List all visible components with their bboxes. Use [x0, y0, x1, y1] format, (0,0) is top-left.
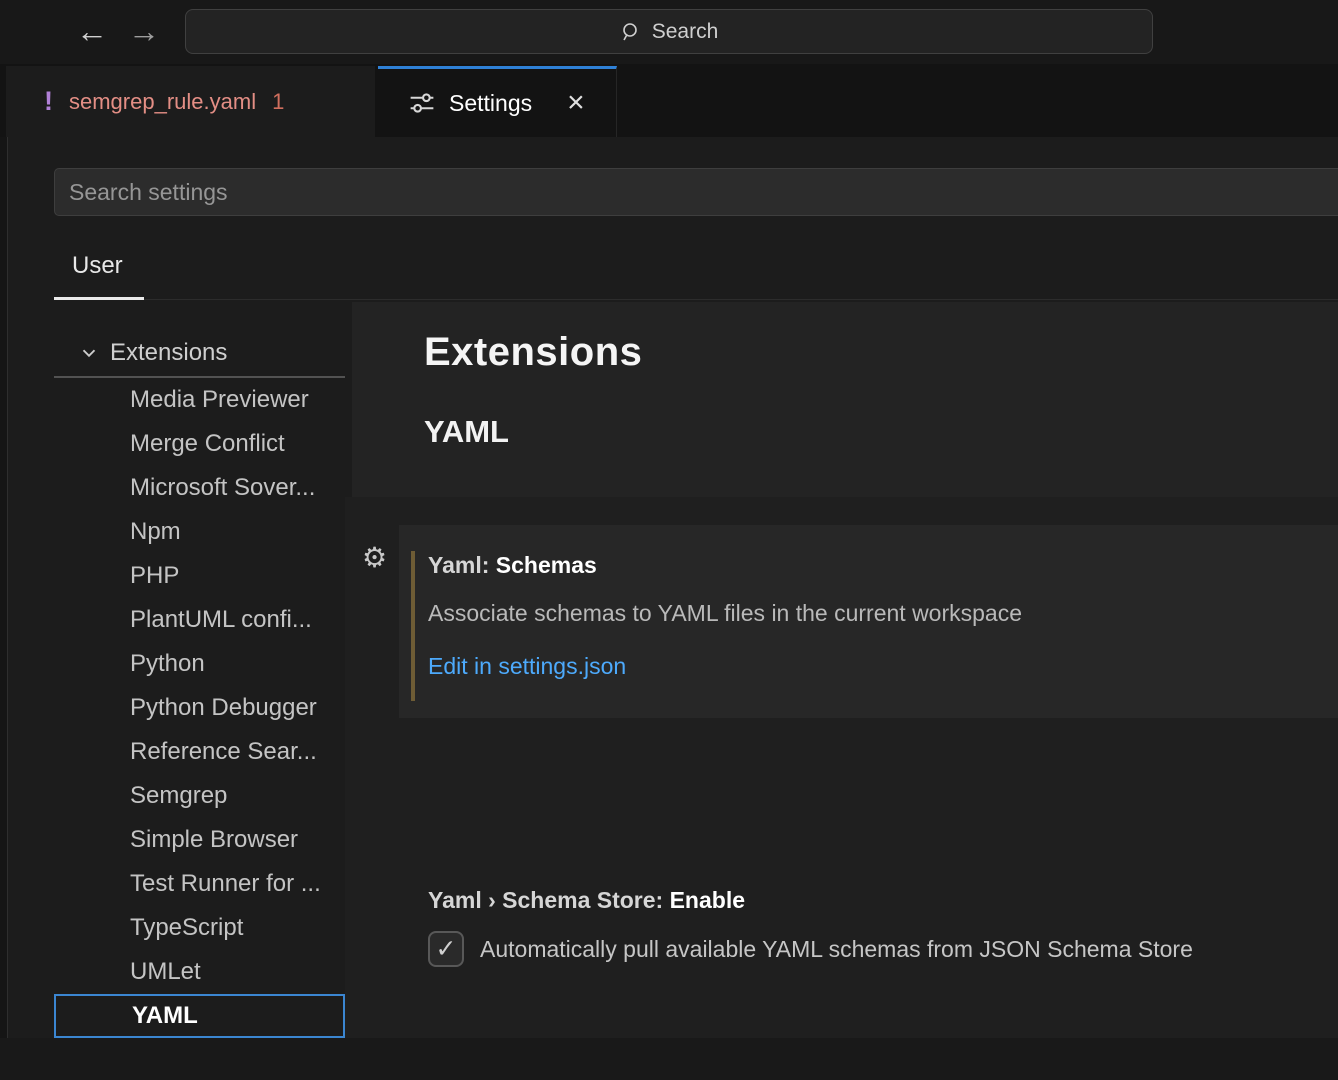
tab-file-label: semgrep_rule.yaml [69, 89, 256, 115]
setting-title: Yaml › Schema Store: Enable [428, 887, 745, 914]
chevron-down-icon [78, 342, 100, 364]
editor-tab-strip: ! semgrep_rule.yaml 1 Settings × [0, 64, 1338, 137]
setting-category: Yaml: [428, 552, 496, 578]
bottom-strip [0, 1038, 1338, 1080]
setting-name: Enable [670, 887, 745, 913]
sidebar-item-php[interactable]: PHP [54, 554, 345, 598]
sidebar-item-media-previewer[interactable]: Media Previewer [54, 378, 345, 422]
modified-file-icon: ! [44, 86, 53, 117]
sidebar-item-reference-search[interactable]: Reference Sear... [54, 730, 345, 774]
check-icon: ✓ [436, 934, 457, 964]
settings-header: Extensions YAML [352, 302, 1338, 497]
sidebar-item-python[interactable]: Python [54, 642, 345, 686]
scope-active-underline [54, 297, 144, 300]
sidebar-item-yaml[interactable]: YAML [54, 994, 345, 1038]
tab-settings-label: Settings [449, 90, 532, 117]
settings-list: ⚙ Yaml: Schemas Associate schemas to YAM… [345, 497, 1338, 1038]
setting-category: Yaml › Schema Store: [428, 887, 670, 913]
sidebar-item-test-runner[interactable]: Test Runner for ... [54, 862, 345, 906]
checkbox-label[interactable]: Automatically pull available YAML schema… [480, 936, 1193, 963]
tab-settings[interactable]: Settings × [378, 66, 617, 137]
forward-arrow-icon[interactable]: → [128, 12, 160, 50]
gear-icon[interactable]: ⚙ [362, 544, 387, 572]
settings-toc-tree: Extensions Media Previewer Merge Conflic… [54, 330, 345, 1038]
tab-file-badge: 1 [272, 89, 284, 115]
sidebar-item-semgrep[interactable]: Semgrep [54, 774, 345, 818]
close-icon[interactable]: × [567, 88, 585, 118]
tab-semgrep-rule-yaml[interactable]: ! semgrep_rule.yaml 1 [6, 66, 375, 137]
sidebar-item-typescript[interactable]: TypeScript [54, 906, 345, 950]
back-arrow-icon[interactable]: ← [76, 12, 108, 50]
sidebar-item-simple-browser[interactable]: Simple Browser [54, 818, 345, 862]
window-left-rail [0, 137, 8, 1038]
toc-root-label: Extensions [110, 339, 227, 367]
settings-sliders-icon [408, 89, 436, 117]
vscode-window: ← → Search ! semgrep_rule.yaml 1 [0, 0, 1338, 1080]
sidebar-item-python-debugger[interactable]: Python Debugger [54, 686, 345, 730]
setting-title: Yaml: Schemas [428, 552, 597, 579]
page-subtitle: YAML [424, 414, 509, 450]
edit-in-settings-json-link[interactable]: Edit in settings.json [428, 653, 626, 680]
sidebar-item-merge-conflict[interactable]: Merge Conflict [54, 422, 345, 466]
page-title: Extensions [424, 330, 642, 375]
sidebar-item-microsoft-sover[interactable]: Microsoft Sover... [54, 466, 345, 510]
toc-extensions-root[interactable]: Extensions [54, 330, 345, 376]
setting-name: Schemas [496, 552, 597, 578]
setting-row-yaml-schemas[interactable]: Yaml: Schemas Associate schemas to YAML … [399, 525, 1338, 718]
search-icon [620, 21, 642, 43]
modified-indicator-bar [411, 551, 415, 701]
setting-description: Associate schemas to YAML files in the c… [428, 600, 1022, 627]
search-label: Search [652, 20, 719, 44]
sidebar-item-umlet[interactable]: UMLet [54, 950, 345, 994]
schema-store-enable-checkbox[interactable]: ✓ [428, 931, 464, 967]
title-bar: ← → Search [0, 0, 1338, 64]
sidebar-item-npm[interactable]: Npm [54, 510, 345, 554]
settings-search-input[interactable] [54, 168, 1338, 216]
scope-separator [54, 299, 1338, 300]
tab-user-scope[interactable]: User [72, 252, 123, 280]
sidebar-item-plantuml[interactable]: PlantUML confi... [54, 598, 345, 642]
settings-editor: User Extensions YAML Extensions Media Pr… [8, 137, 1338, 1038]
command-center-search[interactable]: Search [185, 9, 1153, 54]
